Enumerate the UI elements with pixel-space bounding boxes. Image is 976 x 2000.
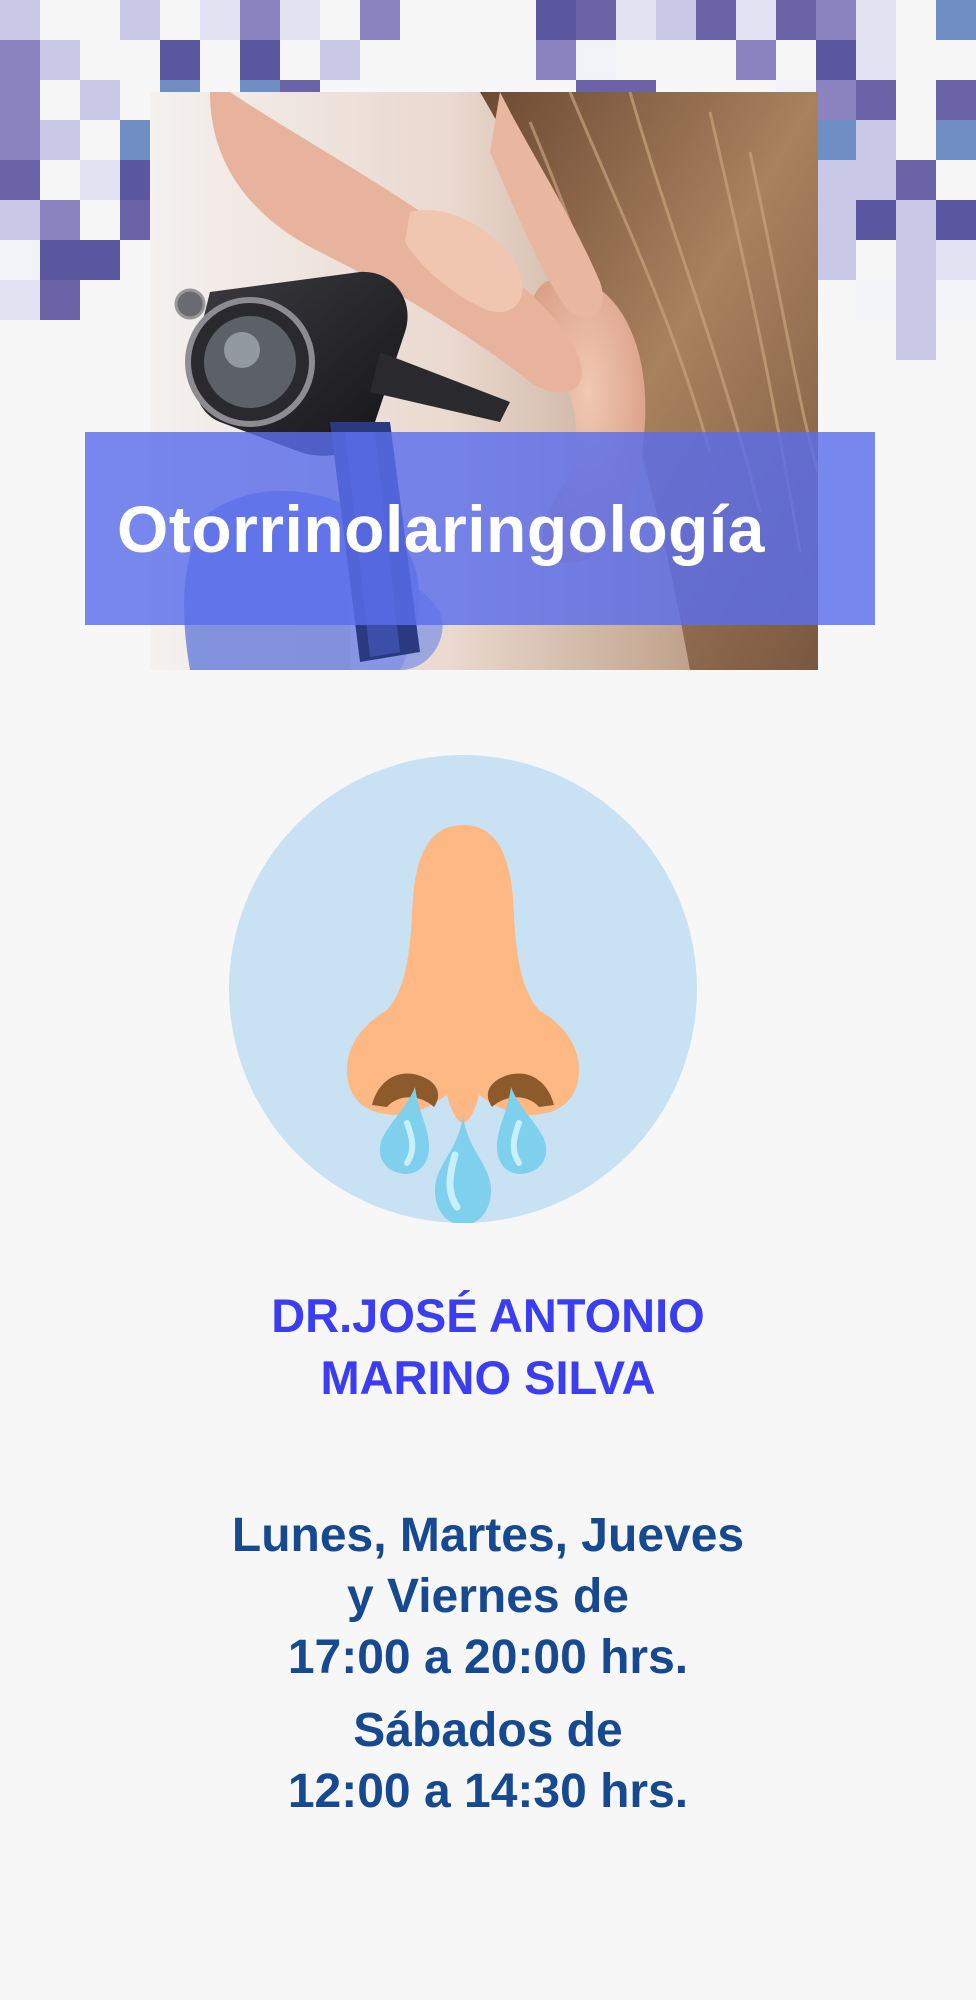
mosaic-tile [576,0,616,40]
weekday-hours: 17:00 a 20:00 hrs. [287,1631,689,1684]
saturday-hours: 12:00 a 14:30 hrs. [287,1765,689,1818]
flyer-page: Otorrinolaringología DR.JOSÉ ANTONIO MAR… [0,0,976,2000]
doctor-name-line-2: MARINO SILVA [320,1351,656,1404]
mosaic-tile [896,320,936,360]
mosaic-tile [0,0,40,40]
mosaic-tile [776,0,816,40]
mosaic-tile [936,200,976,240]
mosaic-tile [896,280,936,320]
mosaic-tile [896,160,936,200]
mosaic-tile [816,120,856,160]
mosaic-tile [816,0,856,40]
mosaic-tile [936,240,976,280]
schedule: Lunes, Martes, Jueves y Viernes de 17:00… [0,1505,976,1822]
mosaic-tile [736,0,776,40]
mosaic-tile [616,0,656,40]
mosaic-tile [40,40,80,80]
mosaic-tile [936,120,976,160]
mosaic-tile [80,240,120,280]
mosaic-tile [816,200,856,240]
mosaic-tile [280,0,320,40]
mosaic-tile [40,120,80,160]
mosaic-tile [856,160,896,200]
doctor-name: DR.JOSÉ ANTONIO MARINO SILVA [0,1285,976,1409]
mosaic-tile [160,40,200,80]
mosaic-tile [856,120,896,160]
mosaic-tile [896,240,936,280]
mosaic-tile [240,40,280,80]
mosaic-tile [736,40,776,80]
mosaic-tile [0,280,40,320]
mosaic-tile [0,240,40,280]
mosaic-tile [80,160,120,200]
mosaic-tile [240,0,280,40]
mosaic-tile [816,240,856,280]
weekday-days-line-1: Lunes, Martes, Jueves [231,1509,745,1562]
mosaic-tile [656,0,696,40]
mosaic-tile [360,0,400,40]
mosaic-tile [856,200,896,240]
mosaic-tile [856,0,896,40]
mosaic-tile [816,80,856,120]
mosaic-tile [936,0,976,40]
schedule-spacer [0,1688,976,1700]
mosaic-tile [0,200,40,240]
mosaic-tile [40,280,80,320]
title-banner: Otorrinolaringología [85,432,875,625]
mosaic-tile [576,40,616,80]
mosaic-tile [0,80,40,120]
mosaic-tile [936,280,976,320]
mosaic-tile [856,80,896,120]
mosaic-tile [936,80,976,120]
mosaic-tile [0,120,40,160]
mosaic-tile [536,40,576,80]
mosaic-tile [856,40,896,80]
mosaic-tile [816,160,856,200]
nose-drops-icon [229,755,697,1223]
mosaic-tile [40,200,80,240]
mosaic-tile [40,240,80,280]
mosaic-tile [200,0,240,40]
mosaic-tile [696,0,736,40]
mosaic-tile [320,40,360,80]
mosaic-tile [0,40,40,80]
mosaic-tile [896,200,936,240]
mosaic-tile [816,40,856,80]
mosaic-tile [0,160,40,200]
doctor-name-line-1: DR.JOSÉ ANTONIO [271,1289,705,1342]
saturday-days: Sábados de [353,1704,623,1757]
mosaic-tile [536,0,576,40]
mosaic-tile [856,280,896,320]
mosaic-tile [80,80,120,120]
mosaic-tile [120,0,160,40]
weekday-days-line-2: y Viernes de [347,1570,629,1623]
page-title: Otorrinolaringología [117,491,765,566]
